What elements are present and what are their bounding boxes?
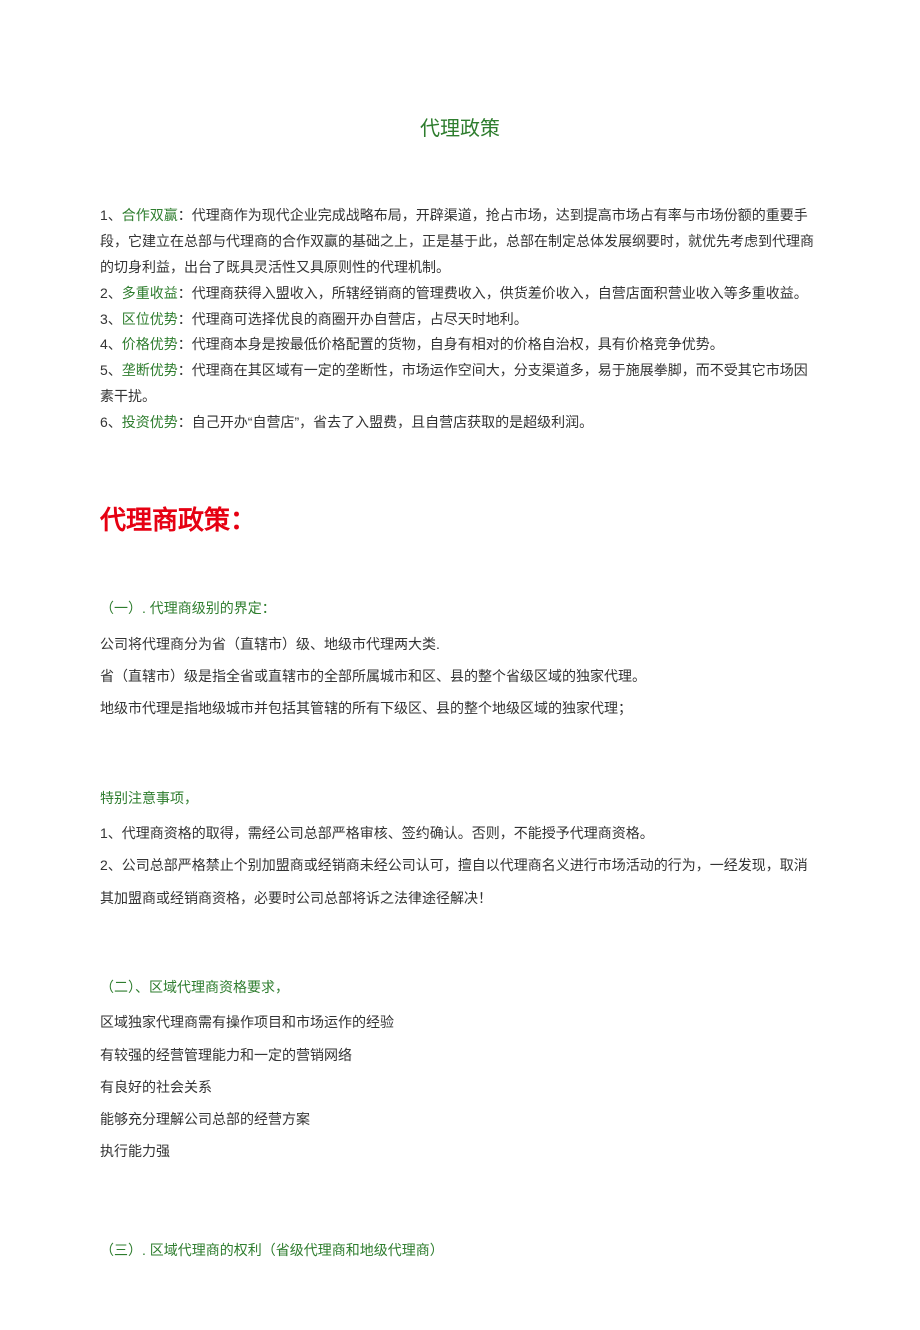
policy-line: 公司将代理商分为省（直辖市）级、地级市代理两大类. [100, 628, 820, 660]
policy-line: 地级市代理是指地级城市并包括其管辖的所有下级区、县的整个地级区域的独家代理； [100, 692, 820, 724]
intro-item: 1、合作双赢：代理商作为现代企业完成战略布局，开辟渠道，抢占市场，达到提高市场占… [100, 203, 820, 281]
notice-line: 1、代理商资格的取得，需经公司总部严格审核、签约确认。否则，不能授予代理商资格。 [100, 817, 820, 849]
section-level-definition: （一）. 代理商级别的界定： 公司将代理商分为省（直辖市）级、地级市代理两大类.… [100, 595, 820, 724]
notice-heading: 特别注意事项， [100, 785, 820, 812]
item-index: 2、 [100, 285, 122, 301]
page-title: 代理政策 [100, 110, 820, 148]
item-text: ：代理商在其区域有一定的垄断性，市场运作空间大，分支渠道多，易于施展拳脚，而不受… [100, 362, 808, 404]
item-text: ：代理商作为现代企业完成战略布局，开辟渠道，抢占市场，达到提高市场占有率与市场份… [100, 207, 814, 275]
section-requirements: （二）、区域代理商资格要求， 区域独家代理商需有操作项目和市场运作的经验 有较强… [100, 974, 820, 1168]
req-line: 能够充分理解公司总部的经营方案 [100, 1103, 820, 1135]
intro-item: 3、区位优势：代理商可选择优良的商圈开办自营店，占尽天时地利。 [100, 307, 820, 333]
intro-item: 5、垄断优势：代理商在其区域有一定的垄断性，市场运作空间大，分支渠道多，易于施展… [100, 358, 820, 410]
item-index: 1、 [100, 207, 122, 223]
section-heading: （一）. 代理商级别的界定： [100, 595, 820, 622]
item-text: ：代理商本身是按最低价格配置的货物，自身有相对的价格自治权，具有价格竞争优势。 [178, 336, 724, 352]
item-text: ：代理商获得入盟收入，所辖经销商的管理费收入，供货差价收入，自营店面积营业收入等… [178, 285, 808, 301]
document-page: 代理政策 1、合作双赢：代理商作为现代企业完成战略布局，开辟渠道，抢占市场，达到… [0, 0, 920, 1330]
policy-heading: 代理商政策： [100, 496, 820, 545]
intro-item: 2、多重收益：代理商获得入盟收入，所辖经销商的管理费收入，供货差价收入，自营店面… [100, 281, 820, 307]
section-notice: 特别注意事项， 1、代理商资格的取得，需经公司总部严格审核、签约确认。否则，不能… [100, 785, 820, 914]
req-line: 有较强的经营管理能力和一定的营销网络 [100, 1039, 820, 1071]
item-index: 3、 [100, 311, 122, 327]
notice-line: 2、公司总部严格禁止个别加盟商或经销商未经公司认可，擅自以代理商名义进行市场活动… [100, 849, 820, 913]
section-heading: （二）、区域代理商资格要求， [100, 974, 820, 1001]
item-keyword: 多重收益 [122, 285, 178, 301]
item-text: ：自己开办“自营店”，省去了入盟费，且自营店获取的是超级利润。 [178, 414, 593, 430]
item-text: ：代理商可选择优良的商圈开办自营店，占尽天时地利。 [178, 311, 528, 327]
item-keyword: 垄断优势 [122, 362, 178, 378]
section-rights: （三）. 区域代理商的权利（省级代理商和地级代理商） [100, 1237, 820, 1264]
item-index: 4、 [100, 336, 122, 352]
req-line: 执行能力强 [100, 1135, 820, 1167]
section-heading: （三）. 区域代理商的权利（省级代理商和地级代理商） [100, 1237, 820, 1264]
intro-advantages: 1、合作双赢：代理商作为现代企业完成战略布局，开辟渠道，抢占市场，达到提高市场占… [100, 203, 820, 436]
item-keyword: 价格优势 [122, 336, 178, 352]
policy-line: 省（直辖市）级是指全省或直辖市的全部所属城市和区、县的整个省级区域的独家代理。 [100, 660, 820, 692]
req-line: 区域独家代理商需有操作项目和市场运作的经验 [100, 1006, 820, 1038]
item-keyword: 合作双赢 [122, 207, 178, 223]
item-keyword: 区位优势 [122, 311, 178, 327]
item-index: 6、 [100, 414, 122, 430]
req-line: 有良好的社会关系 [100, 1071, 820, 1103]
intro-item: 4、价格优势：代理商本身是按最低价格配置的货物，自身有相对的价格自治权，具有价格… [100, 332, 820, 358]
item-index: 5、 [100, 362, 122, 378]
item-keyword: 投资优势 [122, 414, 178, 430]
intro-item: 6、投资优势：自己开办“自营店”，省去了入盟费，且自营店获取的是超级利润。 [100, 410, 820, 436]
